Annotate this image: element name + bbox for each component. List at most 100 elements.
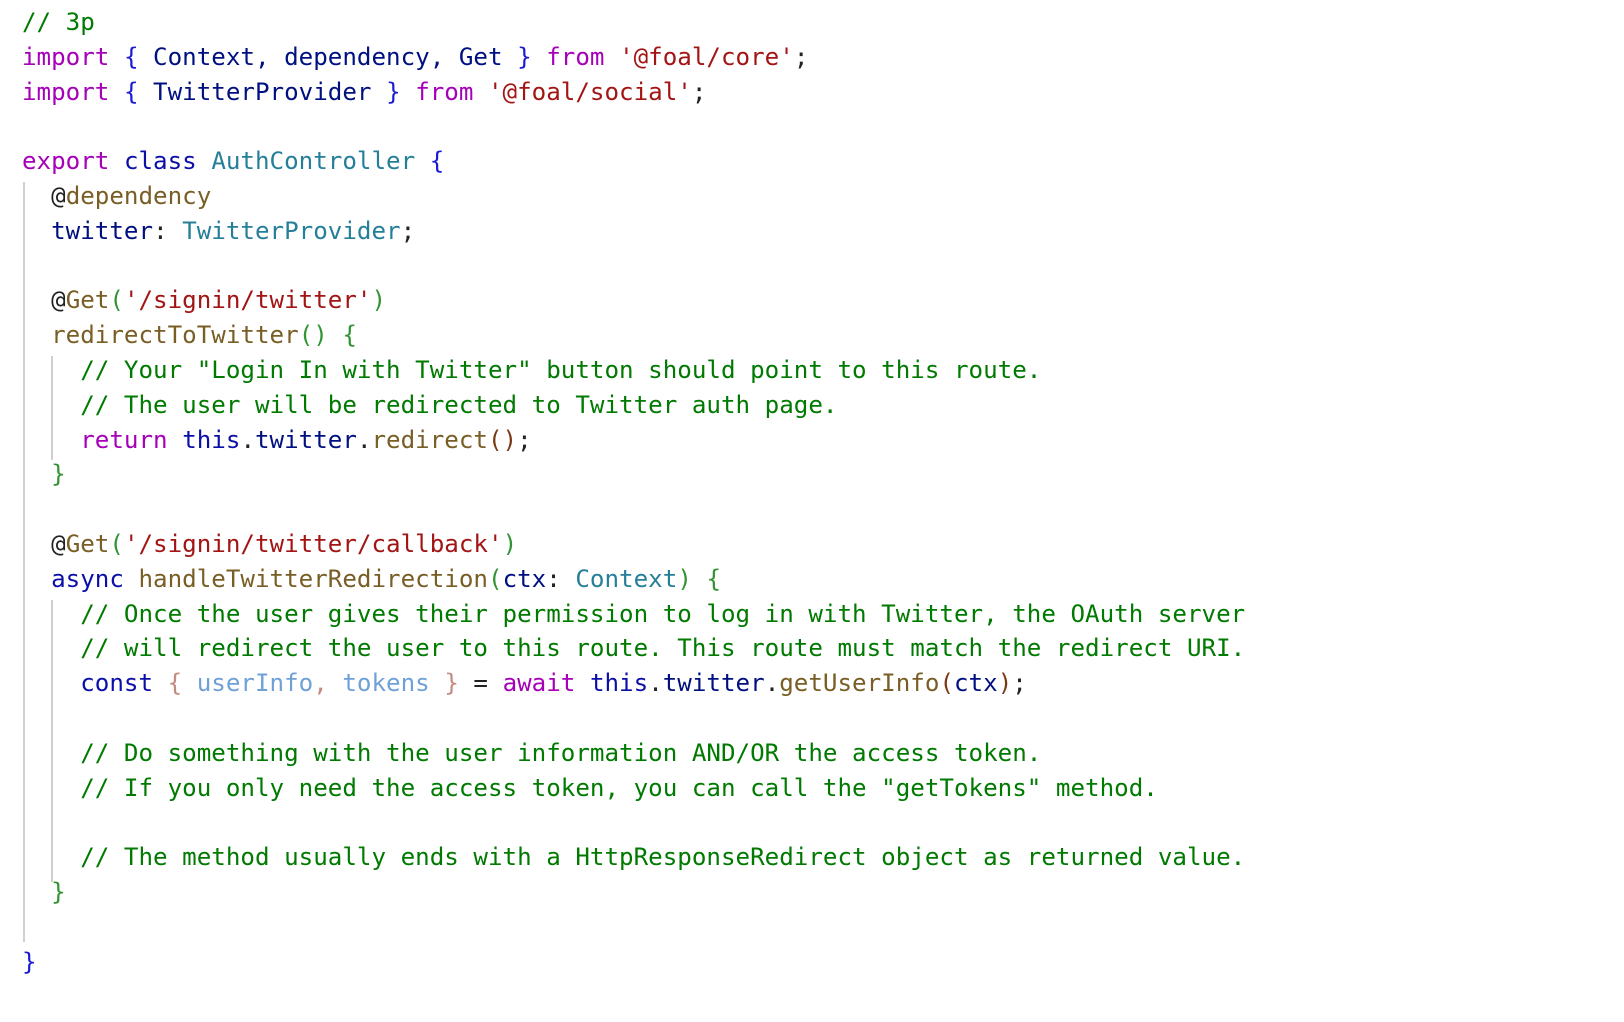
code-line: @Get('/signin/twitter/callback') (22, 526, 517, 562)
code-token-brace4: } (444, 669, 459, 698)
code-line: } (22, 456, 66, 492)
code-line: @Get('/signin/twitter') (22, 282, 386, 318)
code-line: async handleTwitterRedirection(ctx: Cont… (22, 561, 721, 597)
code-token-brace3: ( (939, 669, 954, 698)
code-line: redirectToTwitter() { (22, 317, 357, 353)
code-token-variable: ctx (502, 564, 547, 593)
code-token-function: handleTwitterRedirection (138, 564, 489, 593)
code-editor[interactable]: // 3p import { Context, dependency, Get }… (22, 4, 1612, 1014)
code-token-punct: ; (691, 77, 707, 106)
code-token-brace2: ( (109, 286, 124, 315)
code-token-storage: this (589, 669, 649, 698)
code-line: // The user will be redirected to Twitte… (22, 387, 837, 423)
code-token-punct: : (546, 564, 576, 593)
code-token-punct: ; (517, 425, 532, 454)
code-token-storage: async (51, 564, 124, 593)
code-token-comment: // If you only need the access token, yo… (80, 773, 1158, 802)
code-token-keyword: export (22, 147, 110, 176)
code-token-brace2: ( (488, 564, 503, 593)
code-token-brace: } (22, 947, 37, 976)
code-token-brace2: { (706, 564, 721, 593)
code-token-brace2: ) (502, 530, 518, 558)
code-token-variable: ctx (954, 669, 998, 698)
code-token-comment: // Your "Login In with Twitter" button s… (80, 356, 1042, 384)
code-line: // Do something with the user informatio… (22, 735, 1041, 771)
code-line: } (22, 944, 37, 980)
code-line: // The method usually ends with a HttpRe… (22, 839, 1245, 875)
code-token-keyword: import (22, 77, 110, 106)
code-token-variable: TwitterProvider (138, 77, 387, 106)
code-token-function: Get (65, 530, 110, 558)
code-token-keyword: await (502, 669, 576, 698)
code-line: // If you only need the access token, yo… (22, 770, 1158, 806)
code-token-decorator: @ (51, 182, 66, 210)
code-token-brace: { (123, 77, 139, 106)
code-line: } (22, 874, 66, 910)
code-token-keyword: from (546, 42, 605, 71)
code-token-function: redirectToTwitter (51, 321, 299, 350)
code-token-string: '/signin/twitter/callback' (123, 530, 503, 558)
code-token-brace2: ( (109, 530, 124, 558)
code-token-function: getUserInfo (779, 669, 940, 698)
code-token-string: '@foal/core' (619, 42, 794, 71)
code-token-punct: ; (400, 216, 416, 245)
code-token-punct: . (240, 425, 255, 454)
code-line: twitter: TwitterProvider; (22, 213, 415, 249)
code-token-string: '@foal/social' (488, 77, 692, 106)
code-token-variable: Context, dependency, Get (138, 42, 518, 71)
code-token-brace2: { (342, 321, 357, 350)
code-token-destructure: userInfo (182, 669, 314, 698)
code-token-brace: { (429, 147, 445, 176)
code-token-string: '/signin/twitter' (123, 286, 372, 315)
code-token-decorator: @ (51, 530, 66, 558)
code-token-brace4: { (167, 669, 183, 698)
code-token-function: redirect (371, 425, 489, 454)
code-line: // Once the user gives their permission … (22, 596, 1245, 632)
code-token-keyword: return (80, 425, 168, 454)
code-token-brace3: () (488, 425, 518, 454)
code-token-variable: twitter (51, 216, 154, 245)
code-line: import { Context, dependency, Get } from… (22, 39, 808, 75)
code-token-type: Context (575, 564, 678, 593)
code-token-keyword: from (415, 77, 474, 106)
code-token-brace: } (517, 42, 532, 71)
code-line: import { TwitterProvider } from '@foal/s… (22, 74, 706, 110)
code-token-variable: twitter (662, 669, 765, 698)
code-line: @dependency (22, 178, 211, 214)
code-token-type: TwitterProvider (182, 216, 401, 245)
code-token-comment: // Once the user gives their permission … (80, 599, 1246, 628)
code-token-type: AuthController (211, 147, 416, 176)
code-token-storage: class (123, 147, 197, 176)
code-token-punct: . (648, 669, 663, 698)
code-token-punct: ; (793, 42, 809, 71)
code-token-brace2: ) (677, 564, 692, 593)
code-token-brace2: } (51, 460, 66, 489)
code-line: const { userInfo, tokens } = await this.… (22, 665, 1027, 701)
code-token-destructure: tokens (327, 669, 445, 698)
code-token-brace2: } (51, 878, 66, 906)
code-token-decorator: @ (51, 286, 66, 315)
